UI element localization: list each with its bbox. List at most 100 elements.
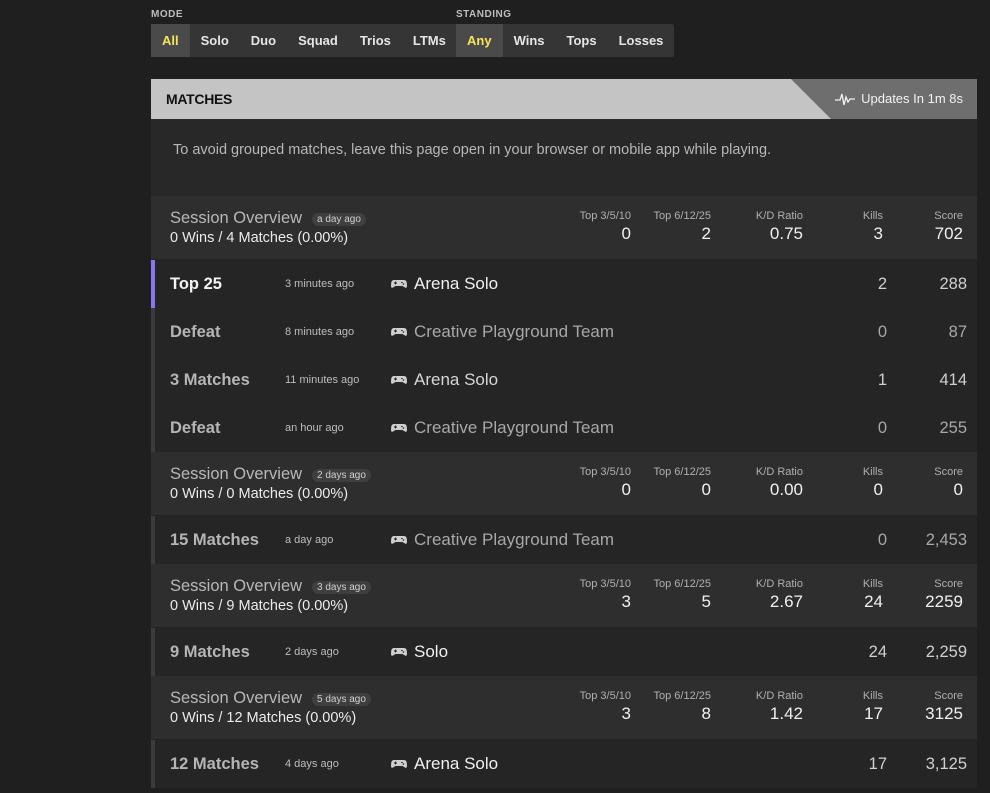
stat-label: K/D Ratio bbox=[755, 466, 803, 478]
gamepad-icon bbox=[390, 324, 408, 340]
match-row[interactable]: 12 Matches 4 days ago Arena Solo 17 3,125 bbox=[151, 740, 977, 788]
match-kills: 24 bbox=[868, 643, 887, 661]
standing-filter-losses[interactable]: Losses bbox=[608, 24, 675, 57]
mode-filter-ltms[interactable]: LTMs bbox=[402, 24, 457, 57]
stat-label: K/D Ratio bbox=[755, 210, 803, 222]
stat-value: 24 bbox=[864, 592, 883, 611]
match-result: Defeat bbox=[170, 419, 221, 437]
mode-filter-buttons: All Solo Duo Squad Trios LTMs bbox=[151, 24, 457, 57]
match-score: 2,453 bbox=[925, 531, 967, 549]
mode-filter-duo[interactable]: Duo bbox=[240, 24, 287, 57]
stat-label: Kills bbox=[862, 578, 883, 590]
stat-label: Kills bbox=[862, 690, 883, 702]
match-mode: Creative Playground Team bbox=[414, 322, 615, 341]
match-kills: 0 bbox=[877, 531, 887, 549]
match-score: 288 bbox=[939, 275, 967, 293]
stat-label: Score bbox=[934, 466, 963, 478]
session-ago-badge: a day ago bbox=[312, 213, 366, 226]
stat-top-3-5-10: Top 3/5/10 0 bbox=[580, 466, 631, 501]
mode-filter-label: MODE bbox=[151, 9, 183, 20]
stat-score: Score 0 bbox=[934, 466, 963, 501]
match-mode: Creative Playground Team bbox=[414, 418, 615, 437]
session-summary: 0 Wins / 12 Matches (0.00%) bbox=[170, 710, 357, 726]
mode-filter-all[interactable]: All bbox=[151, 24, 190, 57]
mode-filter-solo[interactable]: Solo bbox=[190, 24, 240, 57]
match-kills: 0 bbox=[877, 323, 887, 341]
stat-label: Score bbox=[934, 690, 963, 702]
stat-score: Score 2259 bbox=[925, 578, 963, 613]
stat-kd-ratio: K/D Ratio 0.00 bbox=[756, 466, 803, 501]
match-result: 3 Matches bbox=[170, 371, 250, 389]
gamepad-icon bbox=[390, 420, 408, 436]
match-score: 87 bbox=[948, 323, 967, 341]
stat-label: Kills bbox=[862, 466, 883, 478]
stat-kd-ratio: K/D Ratio 2.67 bbox=[756, 578, 803, 613]
stat-kills: Kills 3 bbox=[863, 210, 883, 245]
stat-value: 3 bbox=[621, 704, 631, 723]
match-row[interactable]: Defeat 8 minutes ago Creative Playground T… bbox=[151, 308, 977, 356]
session-overview-row: Session Overview 5 days ago 0 Wins / 12 Ma… bbox=[151, 676, 977, 740]
stat-top-6-12-25: Top 6/12/25 2 bbox=[654, 210, 712, 245]
stat-label: Top 3/5/10 bbox=[579, 210, 631, 222]
stat-value: 3 bbox=[621, 592, 631, 611]
gamepad-icon bbox=[390, 372, 408, 388]
match-mode: Arena Solo bbox=[414, 370, 499, 389]
matches-header: MATCHES Updates In 1m 8s bbox=[151, 79, 977, 119]
stat-kills: Kills 24 bbox=[863, 578, 883, 613]
match-row[interactable]: 3 Matches 11 minutes ago Arena Solo 1 414 bbox=[151, 356, 977, 404]
stat-label: Top 6/12/25 bbox=[653, 466, 712, 478]
match-row[interactable]: 9 Matches 2 days ago Solo 24 2,259 bbox=[151, 628, 977, 676]
match-mode: Arena Solo bbox=[414, 754, 499, 773]
gamepad-icon bbox=[390, 276, 408, 292]
match-kills: 2 bbox=[877, 275, 887, 293]
stat-top-6-12-25: Top 6/12/25 8 bbox=[654, 690, 712, 725]
stat-label: K/D Ratio bbox=[755, 690, 803, 702]
notice-text: To avoid grouped matches, leave this pag… bbox=[173, 142, 772, 158]
match-row[interactable]: 15 Matches a day ago Creative Playground T… bbox=[151, 516, 977, 564]
stat-value: 702 bbox=[934, 224, 963, 243]
standing-filter-tops[interactable]: Tops bbox=[556, 24, 608, 57]
stat-label: Top 6/12/25 bbox=[653, 690, 712, 702]
match-time: 8 minutes ago bbox=[285, 326, 355, 338]
match-score: 414 bbox=[939, 371, 967, 389]
session-overview-row: Session Overview a day ago 0 Wins / 4 Matc… bbox=[151, 196, 977, 260]
stat-label: K/D Ratio bbox=[755, 578, 803, 590]
session-overview-row: Session Overview 3 days ago 0 Wins / 9 Mat… bbox=[151, 564, 977, 628]
stat-value: 0 bbox=[953, 480, 963, 499]
session-ago-badge: 5 days ago bbox=[312, 693, 371, 706]
match-kills: 1 bbox=[877, 371, 887, 389]
session-overview-row: Session Overview 2 days ago 0 Wins / 0 Mat… bbox=[151, 452, 977, 516]
stat-value: 0 bbox=[873, 480, 883, 499]
stat-value: 3125 bbox=[925, 704, 963, 723]
match-score: 255 bbox=[939, 419, 967, 437]
match-result: Top 25 bbox=[170, 275, 222, 293]
match-time: 2 days ago bbox=[285, 646, 339, 658]
stat-kd-ratio: K/D Ratio 1.42 bbox=[756, 690, 803, 725]
match-row[interactable]: Top 25 3 minutes ago Arena Solo 2 288 bbox=[151, 260, 977, 308]
match-row[interactable]: Defeat an hour ago Creative Playground Tea… bbox=[151, 404, 977, 452]
standing-filter-wins[interactable]: Wins bbox=[503, 24, 556, 57]
match-result: 12 Matches bbox=[170, 755, 259, 773]
stat-value: 8 bbox=[701, 704, 711, 723]
stat-kills: Kills 0 bbox=[863, 466, 883, 501]
standing-filter-buttons: Any Wins Tops Losses bbox=[456, 24, 675, 57]
mode-filter-squad[interactable]: Squad bbox=[287, 24, 349, 57]
standing-filter-label: STANDING bbox=[456, 9, 512, 20]
stat-value: 2.67 bbox=[769, 592, 803, 611]
mode-filter-trios[interactable]: Trios bbox=[349, 24, 402, 57]
session-title: Session Overview bbox=[170, 465, 303, 483]
stat-value: 17 bbox=[864, 704, 883, 723]
stat-top-6-12-25: Top 6/12/25 0 bbox=[654, 466, 712, 501]
match-kills: 0 bbox=[877, 419, 887, 437]
stat-value: 3 bbox=[873, 224, 883, 243]
stat-value: 1.42 bbox=[769, 704, 803, 723]
grouped-matches-notice: To avoid grouped matches, leave this pag… bbox=[151, 119, 977, 196]
match-time: an hour ago bbox=[285, 422, 344, 434]
stat-value: 0 bbox=[701, 480, 711, 499]
match-score: 3,125 bbox=[925, 755, 967, 773]
match-mode: Arena Solo bbox=[414, 274, 499, 293]
standing-filter-any[interactable]: Any bbox=[456, 24, 503, 57]
filter-bar: MODE All Solo Duo Squad Trios LTMs STANDING A… bbox=[151, 0, 977, 60]
stat-label: Top 6/12/25 bbox=[653, 578, 712, 590]
match-list: Session Overview a day ago 0 Wins / 4 Matc… bbox=[151, 196, 977, 788]
